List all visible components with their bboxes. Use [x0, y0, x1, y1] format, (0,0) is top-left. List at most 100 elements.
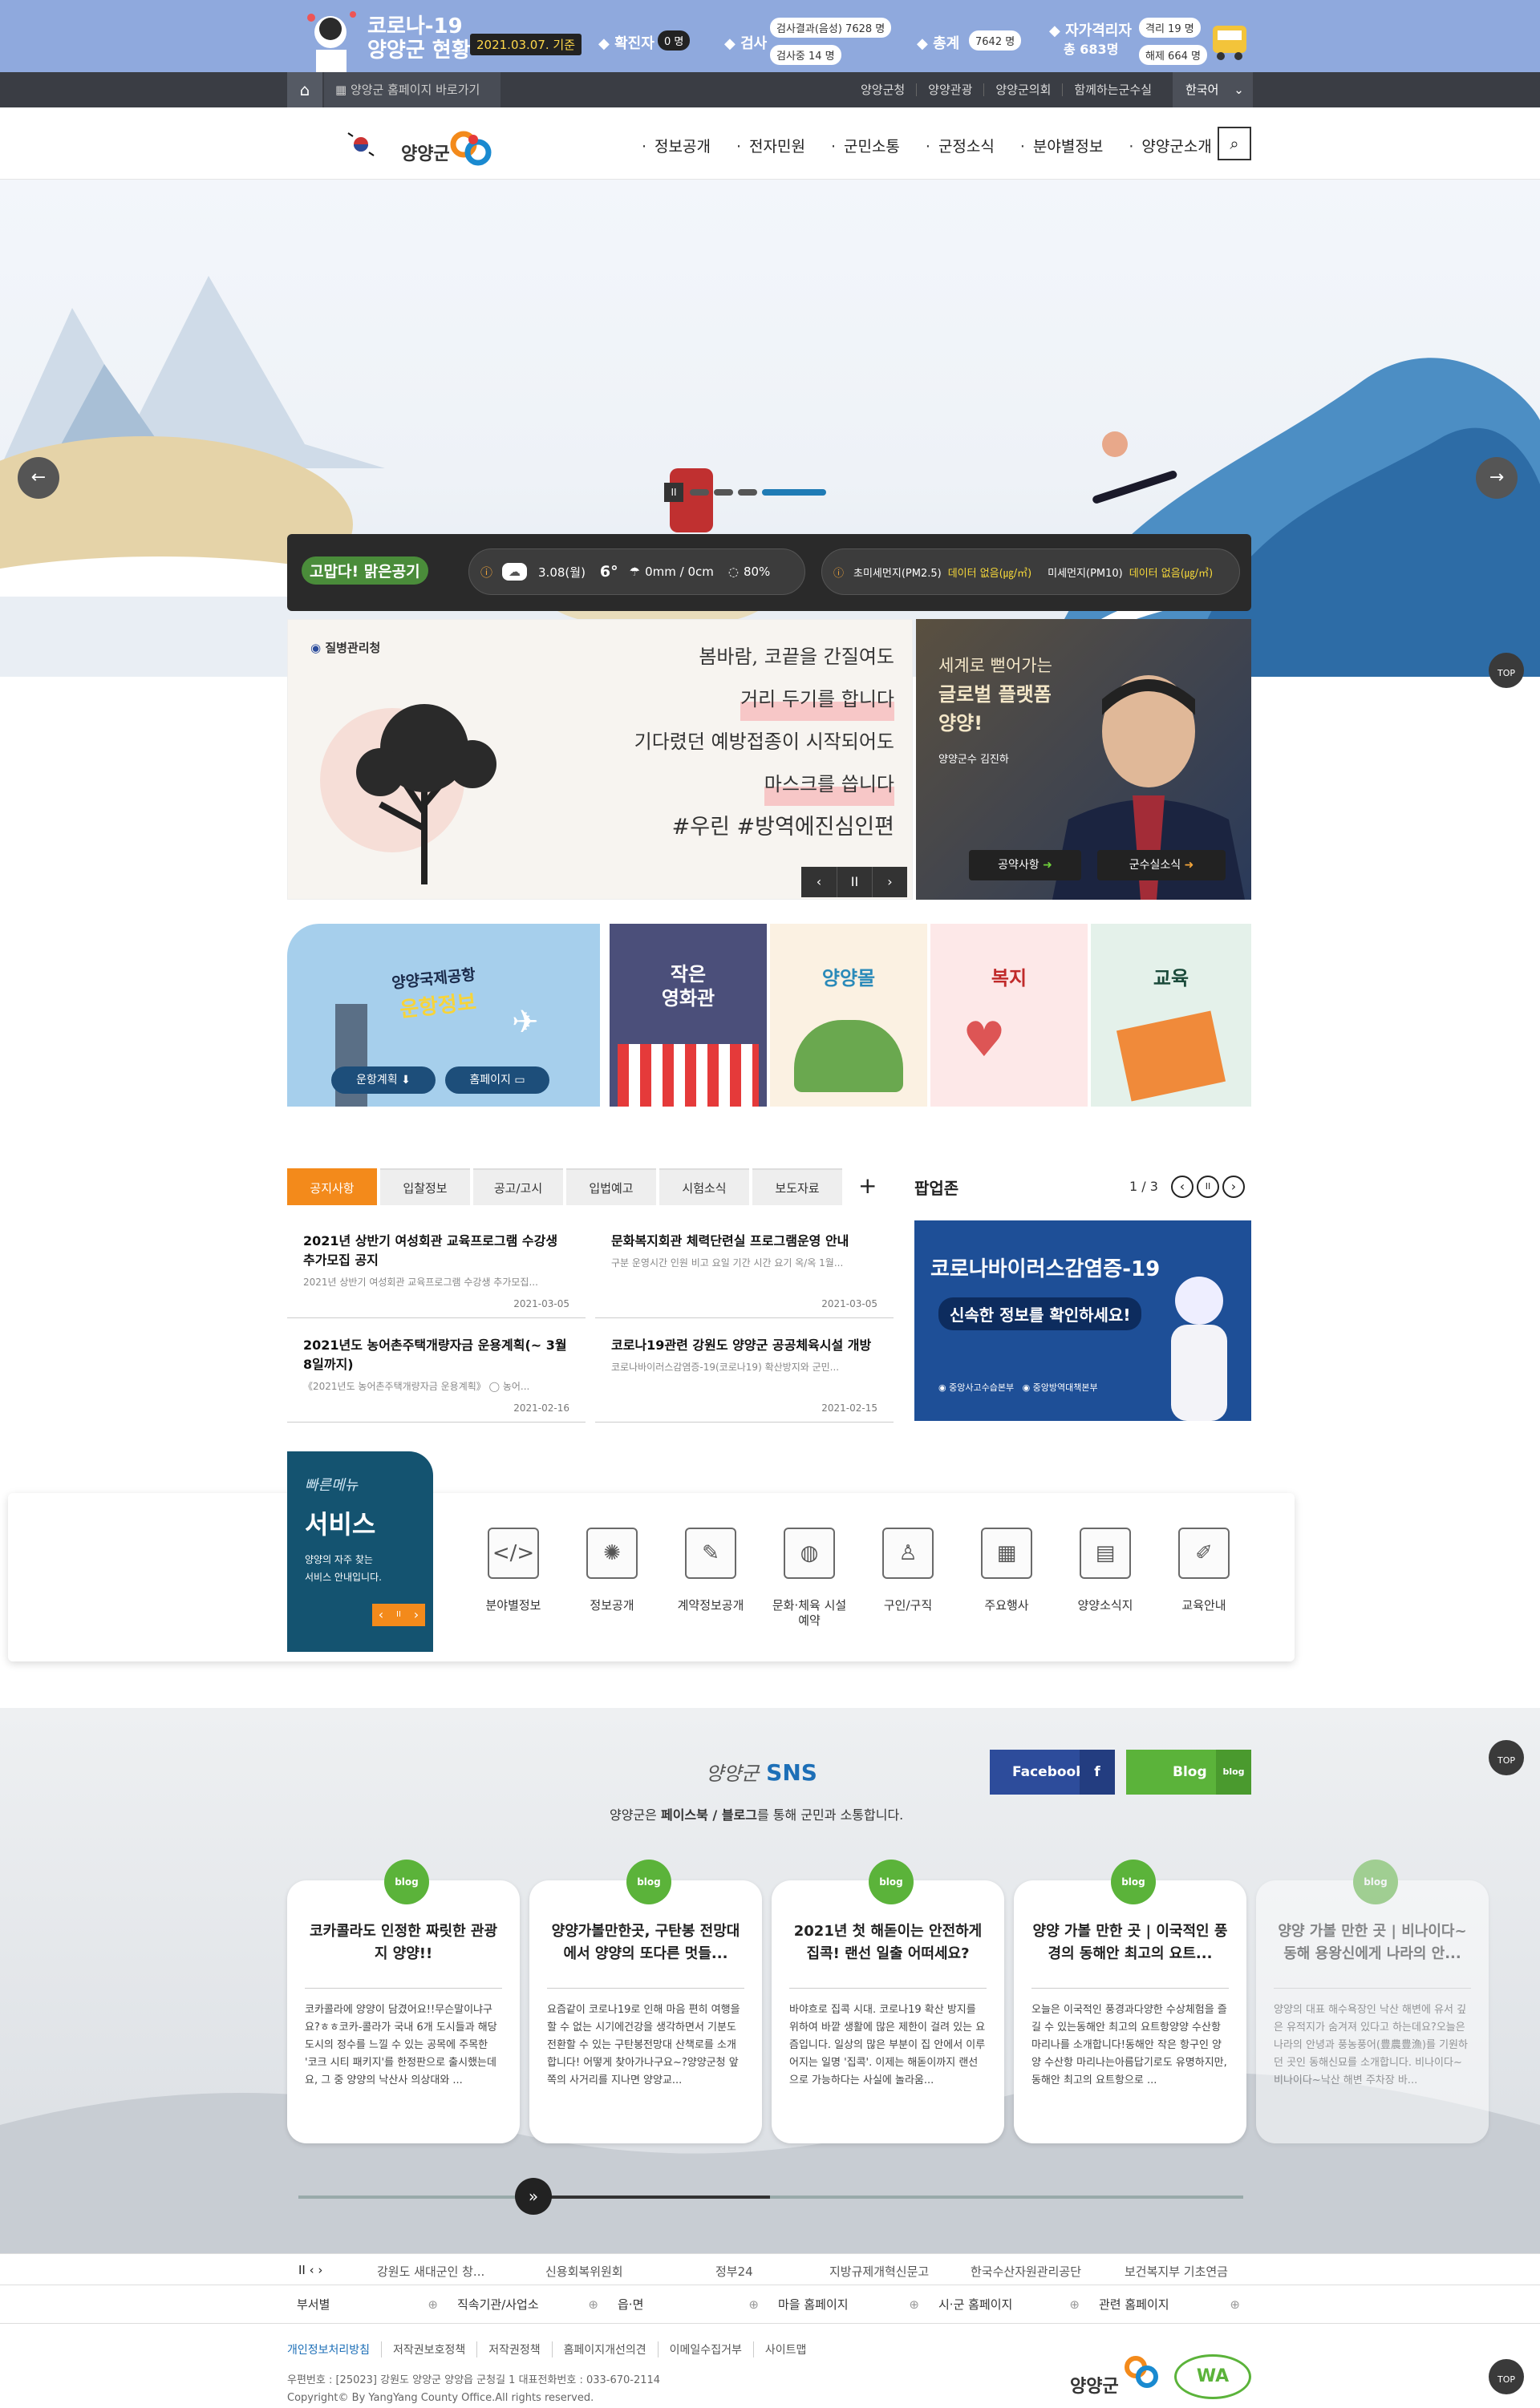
tab-legislation[interactable]: 입법예고: [566, 1168, 656, 1205]
quick-facility-reservation[interactable]: ◍ 문화·체육 시설 예약: [765, 1528, 853, 1629]
notice-item[interactable]: 코로나19관련 강원도 양양군 공공체육시설 개방 코로나바이러스감염증-19(코…: [595, 1326, 894, 1423]
tab-bid[interactable]: 입찰정보: [380, 1168, 470, 1205]
facebook-button[interactable]: Facebook f: [990, 1750, 1115, 1795]
tab-notice[interactable]: 공지사항: [287, 1168, 377, 1205]
link-mayor-office[interactable]: 함께하는군수실: [1062, 83, 1163, 96]
top-button[interactable]: TOP: [1489, 1740, 1524, 1775]
prev-circle-icon[interactable]: ‹: [1171, 1176, 1194, 1198]
search-icon[interactable]: ⌕: [1218, 127, 1251, 160]
sns-scrollbar-track[interactable]: [298, 2196, 1243, 2199]
chevron-down-icon: ⌄: [1234, 83, 1244, 97]
top-button[interactable]: TOP: [1489, 2359, 1524, 2394]
next-button[interactable]: ›: [872, 867, 907, 897]
select-village[interactable]: 마을 홈페이지 ⊕: [768, 2290, 929, 2319]
links-controls[interactable]: II ‹ ›: [298, 2263, 322, 2277]
pm25-label: 초미세먼지(PM2.5): [853, 567, 942, 580]
select-related[interactable]: 관련 홈페이지 ⊕: [1089, 2290, 1250, 2319]
pager-dot-active[interactable]: [762, 489, 826, 496]
sns-card[interactable]: blog 양양 가볼 만한 곳 | 비나이다~ 동해 용왕신에게 나라의 안...…: [1256, 1860, 1489, 2143]
mall-tile[interactable]: 양양몰: [770, 924, 927, 1107]
nav-about[interactable]: 양양군소개: [1129, 135, 1211, 156]
related-link[interactable]: 지방규제개혁신문고: [829, 2263, 929, 2280]
sns-card[interactable]: blog 코카콜라도 인정한 짜릿한 관광지 양양!! 코카콜라에 양양이 담겼어요…: [287, 1860, 520, 2143]
link-tourism[interactable]: 양양관광: [916, 83, 983, 96]
policy-link[interactable]: 사이트맵: [752, 2341, 818, 2357]
policy-link[interactable]: 이메일수집거부: [657, 2341, 753, 2357]
nav-field-info[interactable]: 분야별정보: [1020, 135, 1103, 156]
total-value: 7642 명: [969, 30, 1022, 51]
next-button[interactable]: ›: [407, 1604, 425, 1626]
select-city[interactable]: 시·군 홈페이지 ⊕: [929, 2290, 1089, 2319]
select-department[interactable]: 부서별 ⊕: [287, 2290, 448, 2319]
nav-county-news[interactable]: 군정소식: [926, 135, 995, 156]
mayor-banner[interactable]: 세계로 뻗어가는 글로벌 플랫폼 양양! 양양군수 김진하 공약사항 ➜ 군수실…: [916, 619, 1251, 900]
quick-jobs[interactable]: ♙ 구인/구직: [864, 1528, 952, 1613]
mayor-news-button[interactable]: 군수실소식 ➜: [1097, 850, 1226, 880]
quick-contract-info[interactable]: ✎ 계약정보공개: [667, 1528, 755, 1613]
nav-communication[interactable]: 군민소통: [831, 135, 900, 156]
people-icon: ♥: [962, 1012, 1006, 1068]
quick-newsletter[interactable]: ▤ 양양소식지: [1061, 1528, 1149, 1613]
pause-button[interactable]: II: [390, 1604, 407, 1626]
pager-dot[interactable]: [714, 489, 733, 496]
link-county-office[interactable]: 양양군청: [849, 83, 916, 96]
tab-exam[interactable]: 시험소식: [659, 1168, 749, 1205]
welfare-tile[interactable]: 복지 ♥: [930, 924, 1088, 1107]
sns-card[interactable]: blog 양양 가볼 만한 곳 | 이국적인 풍경의 동해안 최고의 요트... 오…: [1014, 1860, 1246, 2143]
more-button[interactable]: +: [858, 1172, 877, 1199]
sns-card[interactable]: blog 2021년 첫 해돋이는 안전하게 집콕! 랜선 일출 어떠세요? 바야흐…: [772, 1860, 1004, 2143]
pager-dot[interactable]: [690, 489, 709, 496]
cinema-tile[interactable]: 작은 영화관: [610, 924, 767, 1107]
tab-press[interactable]: 보도자료: [752, 1168, 842, 1205]
scroll-next-icon[interactable]: »: [515, 2178, 552, 2215]
prev-button[interactable]: ‹: [372, 1604, 390, 1626]
quick-info-disclosure[interactable]: ✺ 정보공개: [568, 1528, 656, 1613]
notice-item[interactable]: 2021년도 농어촌주택개량자금 운용계획(~ 3월8일까지) 《2021년도 농…: [287, 1326, 586, 1423]
pause-button[interactable]: II: [837, 867, 872, 897]
select-agency[interactable]: 직속기관/사업소 ⊕: [448, 2290, 608, 2319]
language-select[interactable]: 한국어 ⌄: [1173, 72, 1253, 107]
select-town[interactable]: 읍·면 ⊕: [608, 2290, 768, 2319]
campaign-banner[interactable]: ◉ 질병관리청 봄바람, 코끝을 간질여도 거리 두기를 합니다 기다렸던 예방…: [287, 619, 913, 900]
pause-icon[interactable]: II: [664, 483, 683, 502]
related-link[interactable]: 정부24: [715, 2263, 753, 2280]
homepage-shortcut[interactable]: ▦ 양양군 홈페이지 바로가기: [324, 72, 500, 107]
policy-link[interactable]: 저작권정책: [476, 2341, 551, 2357]
blog-button[interactable]: Blog blog: [1126, 1750, 1251, 1795]
notice-item[interactable]: 문화복지회관 체력단련실 프로그램운영 안내 구분 운영시간 인원 비고 요일 기…: [595, 1222, 894, 1318]
sns-card[interactable]: blog 양양가볼만한곳, 구탄봉 전망대에서 양양의 또다른 멋들... 요즘같이…: [529, 1860, 762, 2143]
related-link[interactable]: 강원도 새대군인 창...: [377, 2263, 484, 2280]
nav-e-civil[interactable]: 전자민원: [736, 135, 805, 156]
home-icon[interactable]: ⌂: [287, 72, 322, 107]
quick-events[interactable]: ▦ 주요행사: [962, 1528, 1051, 1613]
related-link[interactable]: 한국수산자원관리공단: [971, 2263, 1081, 2280]
quick-education[interactable]: ✐ 교육안내: [1160, 1528, 1248, 1613]
popup-banner-subtitle: 신속한 정보를 확인하세요!: [938, 1297, 1142, 1330]
flight-plan-button[interactable]: 운항계획 ⬇: [331, 1066, 436, 1094]
education-tile[interactable]: 교육: [1091, 924, 1251, 1107]
pager-dot[interactable]: [738, 489, 757, 496]
related-link[interactable]: 보건복지부 기초연금: [1125, 2263, 1228, 2280]
quick-field-info[interactable]: </> 분야별정보: [469, 1528, 557, 1613]
pledge-button[interactable]: 공약사항 ➜: [969, 850, 1081, 880]
hero-prev-arrow[interactable]: ←: [18, 457, 59, 499]
policy-link[interactable]: 저작권보호정책: [381, 2341, 476, 2357]
hero-next-arrow[interactable]: →: [1476, 457, 1518, 499]
top-button[interactable]: TOP: [1489, 653, 1524, 688]
tab-announcement[interactable]: 공고/고시: [473, 1168, 563, 1205]
popup-banner[interactable]: 코로나바이러스감염증-19 신속한 정보를 확인하세요! ◉ 중앙사고수습본부 …: [914, 1220, 1251, 1421]
next-circle-icon[interactable]: ›: [1222, 1176, 1245, 1198]
main-nav: 정보공개 전자민원 군민소통 군정소식 분야별정보 양양군소개: [642, 135, 1238, 156]
policy-link[interactable]: 홈페이지개선의견: [551, 2341, 658, 2357]
related-link[interactable]: 신용회복위원회: [545, 2263, 623, 2280]
link-council[interactable]: 양양군의회: [983, 83, 1062, 96]
air-quality-box: ⓘ 초미세먼지(PM2.5) 데이터 없음(㎍/㎥) 미세먼지(PM10) 데이…: [821, 548, 1240, 595]
notice-item[interactable]: 2021년 상반기 여성회관 교육프로그램 수강생 추가모집 공지 2021년 상…: [287, 1222, 586, 1318]
nav-info-disclosure[interactable]: 정보공개: [642, 135, 711, 156]
privacy-policy-link[interactable]: 개인정보처리방침: [287, 2341, 381, 2357]
site-logo[interactable]: 양양군: [401, 140, 450, 165]
airport-tile[interactable]: 양양국제공항 운항정보 ✈ 운항계획 ⬇ 홈페이지 ▭: [287, 924, 600, 1107]
airport-homepage-button[interactable]: 홈페이지 ▭: [445, 1066, 549, 1094]
prev-button[interactable]: ‹: [801, 867, 837, 897]
pause-circle-icon[interactable]: II: [1197, 1176, 1219, 1198]
